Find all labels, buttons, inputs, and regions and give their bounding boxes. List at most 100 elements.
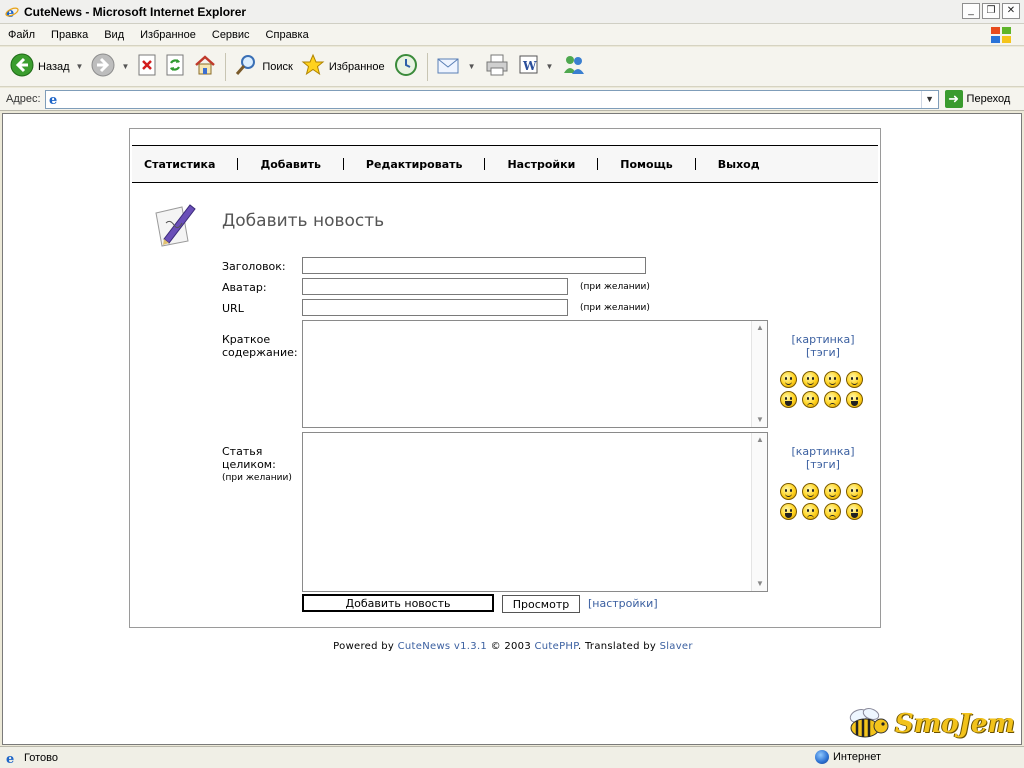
status-bar: e Готово Интернет <box>0 746 1024 768</box>
mail-button[interactable] <box>432 51 466 83</box>
add-news-button[interactable]: Добавить новость <box>302 594 494 612</box>
preview-button[interactable]: Просмотр <box>502 595 580 613</box>
address-label: Адрес: <box>6 93 41 105</box>
smile-icon[interactable] <box>780 483 797 500</box>
print-button[interactable] <box>480 51 514 83</box>
insert-image-link[interactable]: [картинка] <box>786 445 860 458</box>
insert-tags-link[interactable]: [тэги] <box>786 346 860 359</box>
refresh-icon <box>165 54 185 79</box>
address-bar: Адрес: e ▼ ➜ Переход <box>0 88 1024 111</box>
window-title: CuteNews - Microsoft Internet Explorer <box>24 4 247 19</box>
history-button[interactable] <box>389 51 423 83</box>
short-story-label-2: содержание: <box>222 346 298 359</box>
page-heading: Добавить новость <box>222 211 385 231</box>
search-label: Поиск <box>262 60 293 73</box>
shocked-icon[interactable] <box>846 503 863 520</box>
scroll-up-icon[interactable]: ▲ <box>752 433 768 447</box>
shocked-icon[interactable] <box>846 391 863 408</box>
scroll-down-icon[interactable]: ▼ <box>752 413 768 427</box>
menu-favorites[interactable]: Избранное <box>132 29 204 41</box>
full-story-scrollbar[interactable]: ▲ ▼ <box>751 433 767 591</box>
url-hint: (при желании) <box>580 303 650 313</box>
tongue-icon[interactable] <box>846 483 863 500</box>
nav-add[interactable]: Добавить <box>260 158 320 171</box>
nav-logout[interactable]: Выход <box>718 158 760 171</box>
go-label: Переход <box>966 93 1011 105</box>
menu-file[interactable]: Файл <box>0 29 43 41</box>
watermark-text: SmoJem <box>895 709 1015 739</box>
insert-image-link[interactable]: [картинка] <box>786 333 860 346</box>
favorites-button[interactable]: Избранное <box>297 51 389 83</box>
nav-statistics[interactable]: Статистика <box>144 158 215 171</box>
back-button[interactable]: Назад <box>6 51 74 83</box>
grin-icon[interactable] <box>780 391 797 408</box>
stop-button[interactable] <box>133 51 161 83</box>
angry-icon[interactable] <box>824 391 841 408</box>
angry-icon[interactable] <box>824 503 841 520</box>
surprised-icon[interactable] <box>824 483 841 500</box>
smile-icon[interactable] <box>780 371 797 388</box>
home-button[interactable] <box>189 51 221 83</box>
maximize-button[interactable]: ❐ <box>982 3 1000 19</box>
footer-powered: Powered by <box>333 641 398 652</box>
edit-dropdown-icon[interactable]: ▼ <box>546 62 554 71</box>
nav-settings[interactable]: Настройки <box>507 158 575 171</box>
forward-dropdown-icon[interactable]: ▼ <box>121 62 129 71</box>
pen-paper-icon <box>152 199 200 249</box>
footer-translated: . Translated by <box>578 641 660 652</box>
avatar-input[interactable] <box>302 278 568 295</box>
short-story-textarea[interactable]: ▲ ▼ <box>302 320 768 428</box>
refresh-button[interactable] <box>161 51 189 83</box>
page-ie-icon: e <box>47 91 63 108</box>
back-dropdown-icon[interactable]: ▼ <box>76 62 84 71</box>
favorites-label: Избранное <box>328 60 385 73</box>
title-input[interactable] <box>302 257 646 274</box>
surprised-icon[interactable] <box>824 371 841 388</box>
avatar-hint: (при желании) <box>580 282 650 292</box>
cutephp-link[interactable]: CutePHP <box>534 641 578 652</box>
nav-help[interactable]: Помощь <box>620 158 672 171</box>
messenger-button[interactable] <box>557 51 591 83</box>
sad-icon[interactable] <box>802 503 819 520</box>
footer: Powered by CuteNews v1.3.1 © 2003 CutePH… <box>3 641 1021 652</box>
ie-icon: e <box>4 4 20 20</box>
go-button[interactable]: ➜ Переход <box>944 90 1011 108</box>
address-dropdown-icon[interactable]: ▼ <box>920 90 938 108</box>
nav-edit[interactable]: Редактировать <box>366 158 463 171</box>
slaver-link[interactable]: Slaver <box>660 641 693 652</box>
insert-tags-link[interactable]: [тэги] <box>786 458 860 471</box>
scroll-up-icon[interactable]: ▲ <box>752 321 768 335</box>
address-input[interactable]: e ▼ <box>44 89 939 109</box>
messenger-icon <box>561 53 587 80</box>
url-label: URL <box>222 302 244 315</box>
minimize-button[interactable]: _ <box>962 3 980 19</box>
globe-icon <box>815 750 829 764</box>
menu-view[interactable]: Вид <box>96 29 132 41</box>
avatar-label: Аватар: <box>222 281 267 294</box>
svg-text:W: W <box>522 59 537 73</box>
url-input[interactable] <box>302 299 568 316</box>
footer-copyright: © 2003 <box>487 641 535 652</box>
settings-link[interactable]: [настройки] <box>588 597 658 610</box>
menu-tools[interactable]: Сервис <box>204 29 258 41</box>
edit-button[interactable]: W <box>514 51 544 83</box>
cutenews-link[interactable]: CuteNews v1.3.1 <box>398 641 487 652</box>
forward-button[interactable] <box>87 51 119 83</box>
wink-icon[interactable] <box>802 371 819 388</box>
short-story-scrollbar[interactable]: ▲ ▼ <box>751 321 767 427</box>
wink-icon[interactable] <box>802 483 819 500</box>
short-story-label-1: Краткое <box>222 333 271 346</box>
stop-icon <box>137 54 157 79</box>
sad-icon[interactable] <box>802 391 819 408</box>
full-story-textarea[interactable]: ▲ ▼ <box>302 432 768 592</box>
cutenews-panel: Статистика Добавить Редактировать Настро… <box>129 128 881 628</box>
tongue-icon[interactable] <box>846 371 863 388</box>
search-button[interactable]: Поиск <box>230 51 296 83</box>
close-button[interactable]: ✕ <box>1002 3 1020 19</box>
menu-help[interactable]: Справка <box>258 29 317 41</box>
mail-dropdown-icon[interactable]: ▼ <box>468 62 476 71</box>
menu-edit[interactable]: Правка <box>43 29 96 41</box>
scroll-down-icon[interactable]: ▼ <box>752 577 768 591</box>
grin-icon[interactable] <box>780 503 797 520</box>
security-zone: Интернет <box>815 750 881 764</box>
